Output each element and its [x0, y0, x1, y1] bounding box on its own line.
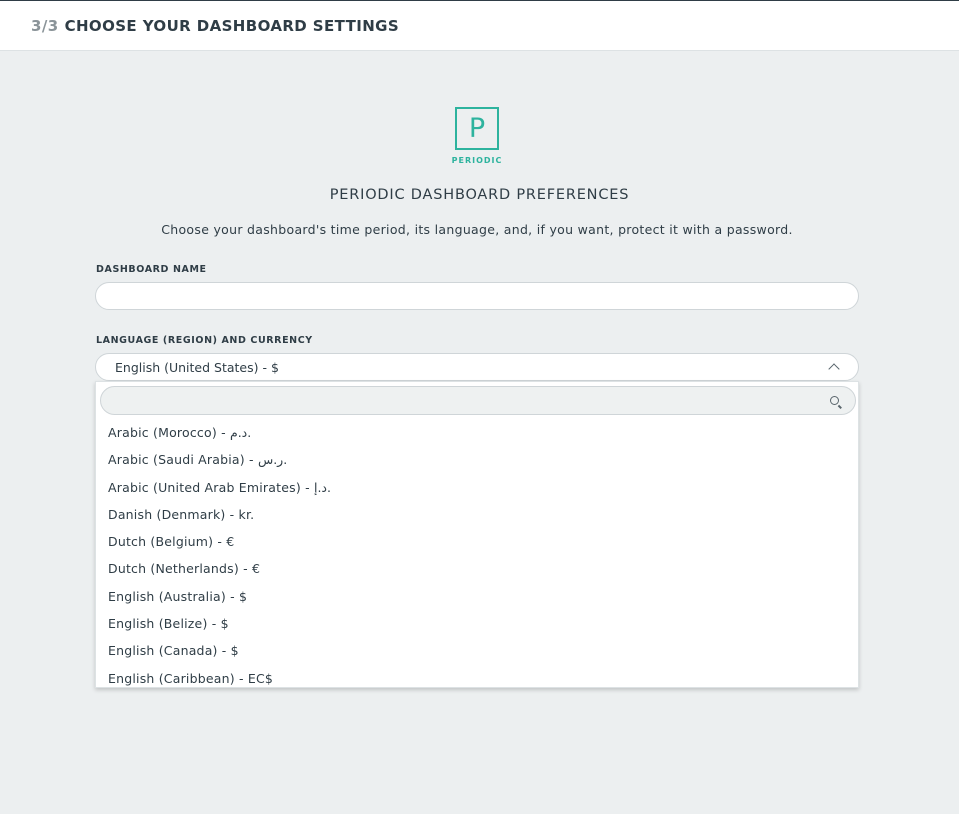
- language-select[interactable]: English (United States) - $: [95, 353, 859, 381]
- periodic-logo: P: [455, 107, 499, 150]
- language-label: LANGUAGE (REGION) AND CURRENCY: [96, 335, 313, 346]
- language-option[interactable]: Arabic (Morocco) - د.م.: [96, 419, 858, 446]
- language-option[interactable]: Dutch (Belgium) - €: [96, 528, 858, 555]
- language-options-list: Arabic (Morocco) - د.م. Arabic (Saudi Ar…: [96, 419, 858, 687]
- language-option[interactable]: English (Australia) - $: [96, 583, 858, 610]
- search-icon: [830, 396, 839, 405]
- logo-text: PERIODIC: [451, 156, 503, 165]
- chevron-up-icon[interactable]: [828, 363, 840, 375]
- language-option[interactable]: English (Belize) - $: [96, 610, 858, 637]
- dashboard-name-label: DASHBOARD NAME: [96, 264, 207, 275]
- dashboard-name-input[interactable]: [95, 282, 859, 310]
- language-option[interactable]: Arabic (Saudi Arabia) - ر.س.: [96, 446, 858, 473]
- logo-letter: P: [468, 113, 486, 144]
- language-option[interactable]: English (Caribbean) - EC$: [96, 665, 858, 687]
- language-dropdown: Arabic (Morocco) - د.م. Arabic (Saudi Ar…: [95, 381, 859, 688]
- language-option[interactable]: Arabic (United Arab Emirates) - د.إ.: [96, 474, 858, 501]
- language-option[interactable]: Danish (Denmark) - kr.: [96, 501, 858, 528]
- language-selected-value: English (United States) - $: [115, 359, 279, 375]
- step-indicator: 3/3: [31, 16, 59, 35]
- page-title: PERIODIC DASHBOARD PREFERENCES: [329, 187, 630, 203]
- page-description: Choose your dashboard's time period, its…: [161, 222, 793, 237]
- language-search-input[interactable]: [100, 386, 856, 415]
- page-header-title: CHOOSE YOUR DASHBOARD SETTINGS: [64, 16, 400, 35]
- page-header: 3/3 CHOOSE YOUR DASHBOARD SETTINGS: [0, 0, 959, 51]
- language-option[interactable]: Dutch (Netherlands) - €: [96, 555, 858, 582]
- language-option[interactable]: English (Canada) - $: [96, 637, 858, 664]
